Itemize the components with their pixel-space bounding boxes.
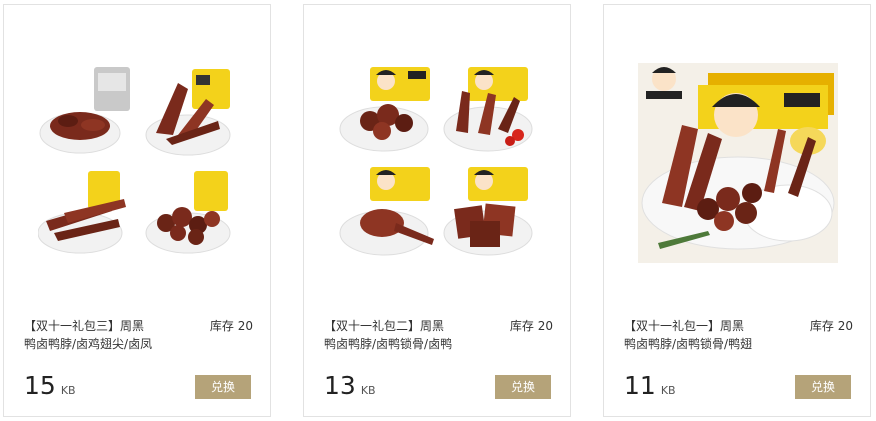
product-image[interactable] xyxy=(338,63,538,263)
product-title-line: 【双十一礼包三】周黑 xyxy=(24,319,145,333)
price-unit: KB xyxy=(60,384,76,397)
product-title-line: 鸭卤鸭脖/卤鸭锁骨/鸭翅 xyxy=(624,337,753,351)
product-title-line: 【双十一礼包一】周黑 xyxy=(624,319,745,333)
product-card[interactable]: 【双十一礼包一】周黑 鸭卤鸭脖/卤鸭锁骨/鸭翅 库存 20 11 KB 兑换 xyxy=(603,4,871,417)
product-image[interactable] xyxy=(638,63,838,263)
product-card[interactable]: 【双十一礼包二】周黑 鸭卤鸭脖/卤鸭锁骨/卤鸭 库存 20 13 KB 兑换 xyxy=(303,4,571,417)
product-title[interactable]: 【双十一礼包二】周黑 鸭卤鸭脖/卤鸭锁骨/卤鸭 xyxy=(324,317,484,353)
price-value: 11 xyxy=(624,371,656,400)
redeem-button[interactable]: 兑换 xyxy=(795,375,851,399)
price-value: 15 xyxy=(24,371,56,400)
price-value: 13 xyxy=(324,371,356,400)
product-title[interactable]: 【双十一礼包三】周黑 鸭卤鸭脖/卤鸡翅尖/卤凤 xyxy=(24,317,184,353)
product-title[interactable]: 【双十一礼包一】周黑 鸭卤鸭脖/卤鸭锁骨/鸭翅 xyxy=(624,317,784,353)
stock-label: 库存 20 xyxy=(809,319,853,333)
price-unit: KB xyxy=(660,384,676,397)
price: 13 KB xyxy=(324,369,376,403)
price: 15 KB xyxy=(24,369,76,403)
redeem-button[interactable]: 兑换 xyxy=(495,375,551,399)
stock-label: 库存 20 xyxy=(509,319,553,333)
redeem-button[interactable]: 兑换 xyxy=(195,375,251,399)
product-title-line: 鸭卤鸭脖/卤鸭锁骨/卤鸭 xyxy=(324,337,453,351)
product-card[interactable]: 【双十一礼包三】周黑 鸭卤鸭脖/卤鸡翅尖/卤凤 库存 20 15 KB 兑换 xyxy=(3,4,271,417)
price: 11 KB xyxy=(624,369,676,403)
product-image[interactable] xyxy=(38,63,238,263)
product-title-line: 鸭卤鸭脖/卤鸡翅尖/卤凤 xyxy=(24,337,153,351)
stock-label: 库存 20 xyxy=(209,319,253,333)
product-title-line: 【双十一礼包二】周黑 xyxy=(324,319,445,333)
price-unit: KB xyxy=(360,384,376,397)
